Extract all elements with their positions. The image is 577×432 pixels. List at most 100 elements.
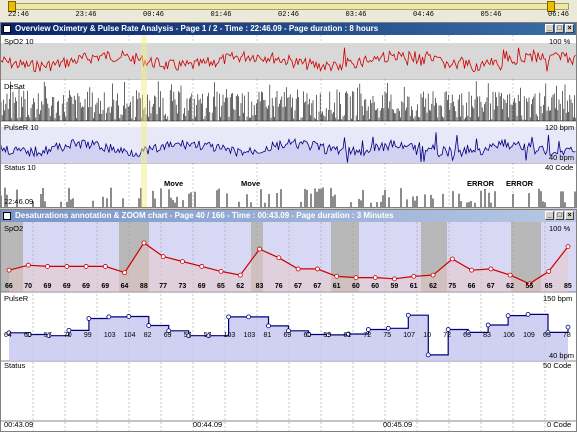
pulse-value-label: 103 [104, 332, 116, 339]
spo2-value-label: 76 [275, 283, 283, 290]
timeline-track[interactable] [8, 3, 569, 10]
spo2-label: SpO2 10 [4, 37, 34, 46]
spo2-point [565, 244, 571, 250]
minimize-button[interactable]: _ [545, 211, 554, 220]
pulse-value-label: 69 [164, 332, 172, 339]
spo2-point [392, 276, 397, 282]
spo2-value-label: 77 [159, 283, 167, 290]
spo2-value-label: 60 [352, 283, 360, 290]
close-button[interactable]: × [565, 24, 574, 33]
spo2-value-label: 59 [391, 283, 399, 290]
pulse-min-label: 40 bpm [549, 153, 575, 162]
pulse-value-label: 64 [4, 332, 12, 339]
spo2-point [6, 267, 12, 273]
spo2-value-label: 69 [198, 283, 206, 290]
pulse-point [445, 327, 451, 332]
pulse-value-label: 65 [543, 332, 551, 339]
maximize-button[interactable]: □ [555, 211, 564, 220]
pulse-point [425, 352, 431, 358]
spo2-value-label: 62 [506, 283, 514, 290]
spo2-value-label: 69 [44, 283, 52, 290]
pulse-value-label: 103 [244, 332, 256, 339]
pulse-value-label: 57 [44, 332, 52, 339]
pulse-value-label: 57 [204, 332, 212, 339]
spo2-value-label: 66 [5, 283, 13, 290]
zoom-time-label: 00:44.09 [193, 420, 223, 429]
spo2-value-label: 61 [333, 283, 341, 290]
pulse-value-label: 81 [264, 332, 272, 339]
spo2-point [334, 273, 340, 279]
zoom-chart[interactable]: 66 70 69 69 69 69 64 88 77 73 69 65 62 83 76 67 67 61 60 60… [1, 222, 576, 431]
close-button[interactable]: × [565, 211, 574, 220]
spo2-max-label: 100 % [549, 37, 571, 46]
timeline-tick-label: 23:46 [75, 11, 97, 19]
spo2-point [180, 259, 185, 264]
pulse-value-label: 60 [24, 332, 32, 339]
spo2-point [469, 267, 475, 273]
status-label: Status 10 [4, 163, 36, 172]
pulse-value-label: 109 [523, 332, 535, 339]
zoom-pulse-max-label: 150 bpm [543, 294, 573, 303]
spo2-value-label: 73 [178, 283, 186, 290]
event-label-move-2: Move [241, 179, 261, 188]
zoom-selection-marker [141, 35, 147, 207]
spo2-point [199, 264, 205, 269]
spo2-point [276, 255, 282, 261]
timeline-tick-label: 00:46 [143, 11, 165, 19]
timeline-tick-label: 22:46 [8, 11, 30, 19]
spo2-value-label: 66 [468, 283, 476, 290]
zoom-pulse-label: PulseR [4, 294, 29, 303]
spo2-value-label: 67 [487, 283, 495, 290]
spo2-point [315, 266, 320, 272]
pulse-value-label: 99 [84, 332, 92, 339]
pulse-point [266, 323, 271, 329]
pulse-value-label: 70 [64, 332, 72, 339]
pulse-point [226, 314, 232, 320]
spo2-point [507, 272, 513, 278]
pulse-value-label: 106 [503, 332, 515, 339]
timeline-navigator[interactable]: 22:46 23:46 00:46 01:46 02:46 03:46 04:46 05:46… [0, 0, 577, 23]
timeline-tick-label: 03:46 [345, 11, 367, 19]
event-label-error-2: ERROR [506, 179, 534, 188]
spo2-value-label: 62 [236, 283, 244, 290]
spo2-point [449, 256, 455, 262]
minimize-button[interactable]: _ [545, 24, 554, 33]
spo2-point [411, 273, 417, 279]
spo2-value-label: 69 [63, 283, 71, 290]
pulse-value-label: 75 [383, 332, 391, 339]
zoom-panel: Desaturations annotation & ZOOM chart - … [0, 209, 577, 432]
status-max-label: 40 Code [545, 163, 574, 172]
timeline-tick-label: 06:46 [548, 11, 570, 19]
overview-start-time: 22:46.09 [4, 197, 34, 206]
window-icon [3, 212, 11, 220]
zoom-status-label: Status [4, 361, 26, 370]
spo2-point [160, 254, 166, 259]
pulse-value-label: 107 [403, 332, 415, 339]
pulse-point [246, 314, 251, 320]
pulse-point [106, 314, 112, 320]
spo2-point [64, 264, 70, 269]
spo2-point [141, 240, 147, 246]
spo2-value-label: 65 [545, 283, 553, 290]
window-icon [3, 25, 11, 33]
pulse-point [146, 323, 152, 328]
spo2-value-label: 75 [448, 283, 456, 290]
pulse-point [485, 322, 491, 328]
spo2-value-label: 61 [410, 283, 418, 290]
event-label-error-1: ERROR [467, 179, 495, 188]
overview-title-bar: Overview Oximetry & Pulse Rate Analysis … [1, 23, 576, 35]
spo2-point [353, 275, 359, 280]
event-label-move-1: Move [164, 179, 184, 188]
spo2-point [372, 275, 378, 280]
spo2-value-label: 64 [121, 283, 129, 290]
zoom-spo2-max-label: 100 % [549, 224, 571, 233]
pulse-point [405, 312, 411, 318]
zoom-title-bar: Desaturations annotation & ZOOM chart - … [1, 210, 576, 222]
zoom-time-label: 00:45.09 [383, 420, 413, 429]
spo2-point [25, 262, 31, 268]
spo2-point [488, 266, 494, 272]
maximize-button[interactable]: □ [555, 24, 564, 33]
pulse-value-label: 65 [463, 332, 471, 339]
pulse-value-label: 72 [443, 332, 451, 339]
spo2-value-label: 62 [429, 283, 437, 290]
